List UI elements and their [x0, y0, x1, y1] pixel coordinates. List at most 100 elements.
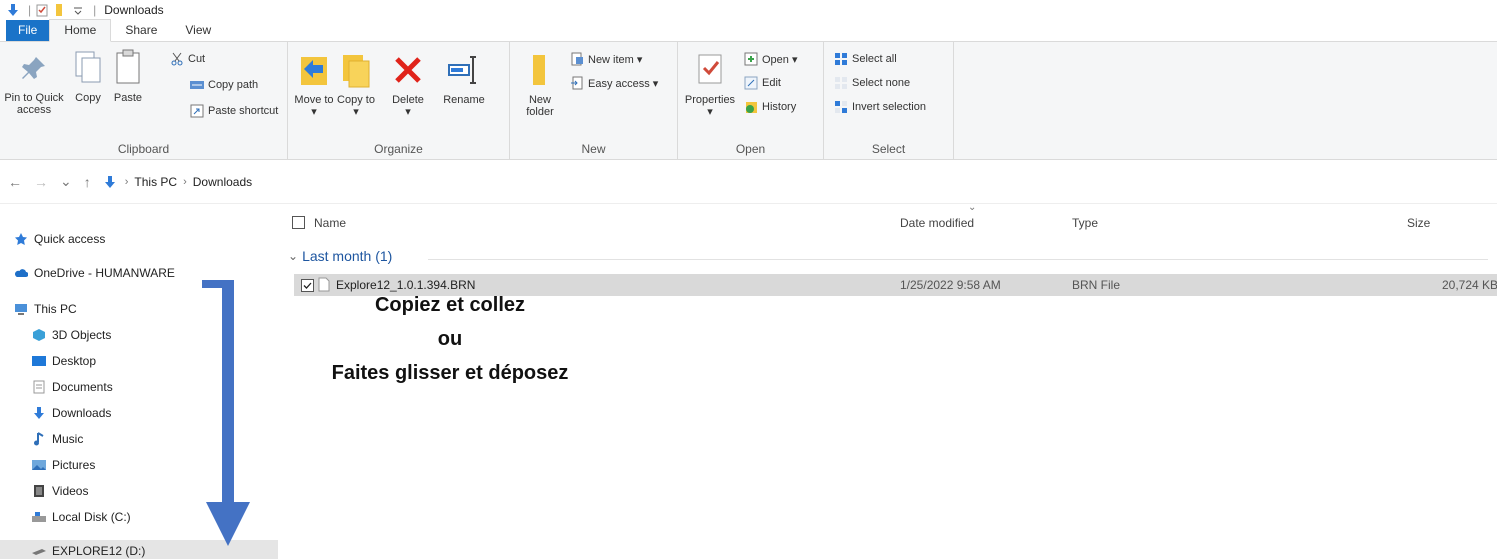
copy-to-icon: [339, 50, 373, 90]
nav-documents[interactable]: Documents: [32, 380, 113, 394]
tab-home[interactable]: Home: [49, 19, 112, 42]
scissors-icon: [170, 52, 184, 66]
annotation-line-3: Faites glisser et déposez: [331, 362, 569, 384]
copy-to-dropdown-icon: ▾: [353, 106, 359, 118]
new-item-button[interactable]: New item ▾: [570, 52, 642, 66]
column-header-name[interactable]: Name: [314, 216, 346, 230]
collapse-chevron-icon[interactable]: ⌄: [288, 249, 298, 263]
easy-access-label: Easy access ▾: [588, 77, 659, 90]
clipboard-group: Pin to Quick access Copy Paste Cut Copy …: [0, 42, 288, 160]
nav-local-disk-c[interactable]: Local Disk (C:): [32, 510, 131, 524]
breadcrumb-this-pc[interactable]: This PC: [134, 175, 177, 189]
move-to-icon: [297, 50, 331, 90]
title-separator: |: [93, 3, 97, 17]
invert-selection-label: Invert selection: [852, 101, 926, 113]
open-icon: [744, 52, 758, 66]
nav-item-label: Desktop: [52, 354, 97, 368]
select-all-button[interactable]: Select all: [834, 52, 897, 66]
tab-file[interactable]: File: [6, 20, 50, 41]
hard-drive-icon: [32, 511, 46, 523]
group-header-last-month[interactable]: ⌄ Last month (1): [288, 248, 392, 264]
nav-pictures[interactable]: Pictures: [32, 458, 95, 472]
nav-this-pc[interactable]: This PC: [14, 302, 77, 316]
recent-locations-button[interactable]: ⌄: [60, 173, 72, 190]
nav-downloads[interactable]: Downloads: [32, 406, 111, 420]
nav-item-label: EXPLORE12 (D:): [52, 544, 146, 558]
title-separator: |: [28, 3, 32, 17]
select-group-label: Select: [871, 142, 906, 156]
file-date-modified: 1/25/2022 9:58 AM: [900, 278, 1001, 292]
copy-path-button[interactable]: Copy path: [190, 78, 258, 92]
nav-onedrive[interactable]: OneDrive - HUMANWARE: [14, 266, 175, 280]
invert-selection-icon: [834, 100, 848, 114]
copy-icon: [71, 48, 105, 88]
nav-item-label: 3D Objects: [52, 328, 112, 342]
copy-to-button[interactable]: Copy to ▾: [336, 50, 376, 118]
properties-button[interactable]: Properties ▾: [682, 50, 738, 118]
forward-button[interactable]: →: [34, 174, 48, 190]
up-button[interactable]: ↑: [84, 174, 91, 190]
open-button[interactable]: Open ▾: [744, 52, 798, 66]
paste-shortcut-label: Paste shortcut: [208, 105, 279, 117]
downloads-location-icon: [103, 175, 117, 189]
new-item-icon: [570, 52, 584, 66]
delete-dropdown-icon: ▾: [405, 106, 411, 118]
delete-x-icon: [391, 50, 425, 90]
new-folder-button[interactable]: New folder: [520, 50, 560, 118]
move-to-label: Move to: [294, 94, 334, 106]
column-header-type[interactable]: Type: [1072, 216, 1098, 230]
new-item-label: New item ▾: [588, 53, 643, 66]
customize-qa-dropdown-icon[interactable]: [71, 3, 85, 17]
select-all-checkbox[interactable]: [292, 216, 305, 229]
desktop-icon: [32, 355, 46, 367]
nav-videos[interactable]: Videos: [32, 484, 88, 498]
tab-share[interactable]: Share: [111, 20, 171, 41]
nav-item-label: Music: [52, 432, 84, 446]
paste-button[interactable]: Paste: [108, 48, 148, 104]
breadcrumb-separator: ›: [183, 175, 187, 188]
window-title: Downloads: [104, 3, 164, 17]
pin-label: Pin to Quick access: [4, 92, 64, 116]
back-button[interactable]: ←: [8, 174, 22, 190]
download-arrow-icon: [6, 3, 20, 17]
nav-3d-objects[interactable]: 3D Objects: [32, 328, 111, 342]
nav-item-label: Pictures: [52, 458, 96, 472]
open-group: Properties ▾ Open ▾ Edit History Open: [678, 42, 824, 160]
copy-path-label: Copy path: [208, 79, 259, 91]
column-header-date-modified[interactable]: Date modified: [900, 216, 974, 230]
instruction-annotation: Copiez et collez ou Faites glisser et dé…: [270, 288, 630, 390]
pin-to-quick-access-button[interactable]: Pin to Quick access: [2, 48, 66, 116]
select-all-icon: [834, 52, 848, 66]
breadcrumb-separator: ›: [124, 175, 129, 188]
document-icon: [32, 380, 46, 394]
history-button[interactable]: History: [744, 100, 796, 114]
nav-item-label: Documents: [52, 380, 113, 394]
cut-button[interactable]: Cut: [170, 52, 205, 66]
music-note-icon: [32, 432, 46, 446]
nav-onedrive-label: OneDrive - HUMANWARE: [34, 266, 175, 280]
edit-button[interactable]: Edit: [744, 76, 781, 90]
rename-button[interactable]: Rename: [436, 50, 492, 106]
pin-icon: [17, 48, 51, 88]
properties-qa-icon[interactable]: [35, 3, 49, 17]
delete-button[interactable]: Delete ▾: [384, 50, 432, 118]
move-to-button[interactable]: Move to ▾: [294, 50, 334, 118]
nav-music[interactable]: Music: [32, 432, 83, 446]
new-group: New folder New item ▾ Easy access ▾ New: [510, 42, 678, 160]
easy-access-button[interactable]: Easy access ▾: [570, 76, 658, 90]
paste-shortcut-button[interactable]: Paste shortcut: [190, 104, 278, 118]
nav-desktop[interactable]: Desktop: [32, 354, 96, 368]
tab-view[interactable]: View: [171, 20, 225, 41]
new-group-label: New: [581, 142, 606, 156]
column-header-size[interactable]: Size: [1407, 216, 1430, 230]
cloud-icon: [14, 267, 28, 279]
breadcrumb-downloads[interactable]: Downloads: [193, 175, 252, 189]
copy-button[interactable]: Copy: [68, 48, 108, 104]
copy-path-icon: [190, 78, 204, 92]
nav-quick-access-label: Quick access: [34, 232, 106, 246]
new-folder-qa-icon[interactable]: [53, 3, 67, 17]
nav-explore12-d[interactable]: EXPLORE12 (D:): [32, 544, 145, 558]
nav-quick-access[interactable]: Quick access: [14, 232, 105, 246]
invert-selection-button[interactable]: Invert selection: [834, 100, 926, 114]
select-none-button[interactable]: Select none: [834, 76, 910, 90]
